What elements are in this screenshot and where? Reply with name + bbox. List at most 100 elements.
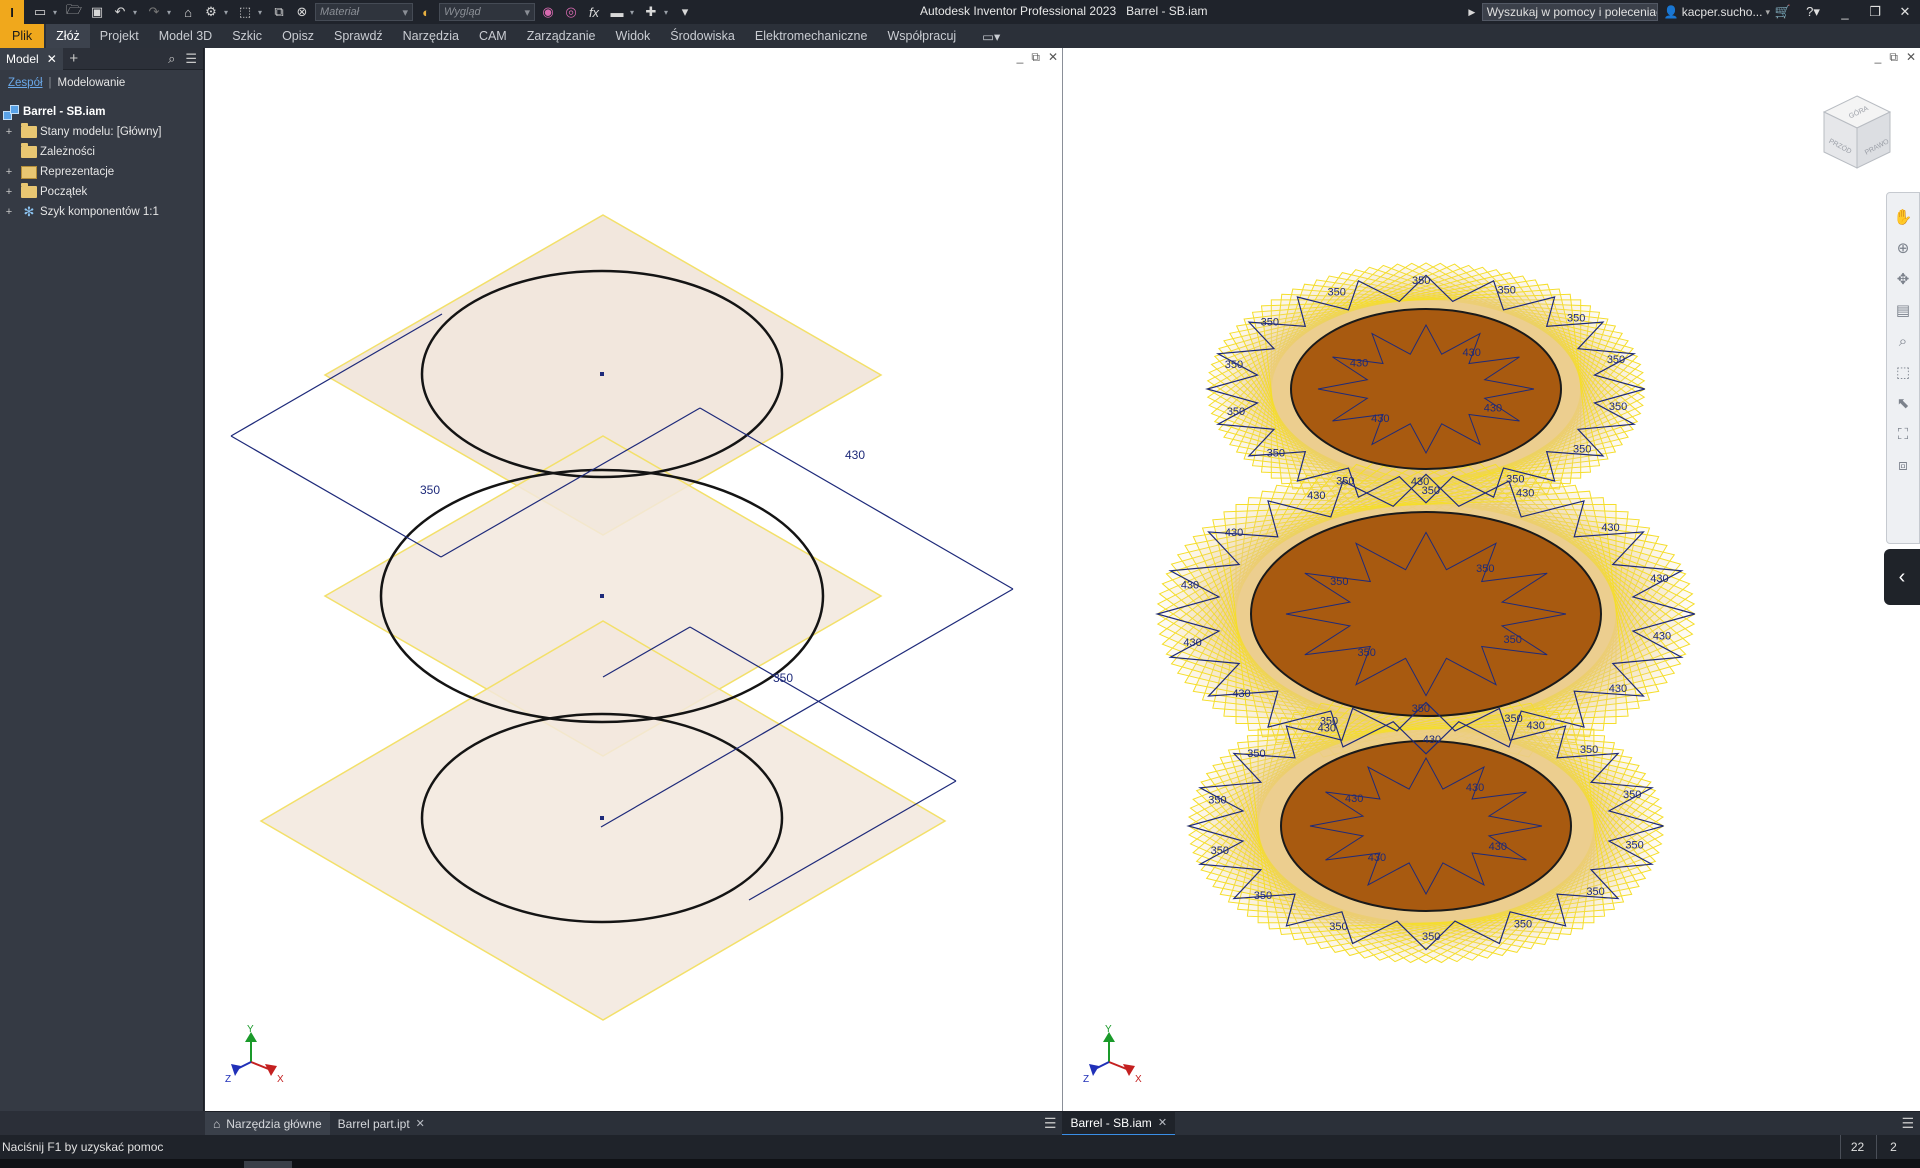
tab-inspect[interactable]: Sprawdź — [324, 24, 393, 48]
tab-assemble[interactable]: Złóż — [46, 24, 90, 48]
parameters-icon[interactable]: fx — [584, 3, 604, 21]
add-browser-icon[interactable]: + — [63, 50, 85, 67]
look-at-icon[interactable]: ▤ — [1892, 300, 1914, 320]
redo-icon[interactable]: ↷ — [144, 3, 164, 21]
close-icon[interactable]: ✕ — [416, 1117, 425, 1130]
tab-annotate[interactable]: Opisz — [272, 24, 324, 48]
subtab-assembly[interactable]: Zespół — [8, 77, 43, 89]
chevron-down-icon[interactable]: ▾ — [630, 8, 638, 17]
close-view-icon[interactable]: ✕ — [1906, 50, 1916, 65]
tab-design[interactable]: Projekt — [90, 24, 149, 48]
expand-icon[interactable]: + — [3, 126, 15, 138]
zoom-icon[interactable]: ⊕ — [1892, 238, 1914, 258]
tab-file[interactable]: Plik — [0, 24, 45, 48]
orbit-icon[interactable]: ✥ — [1892, 269, 1914, 289]
tree-item-origin[interactable]: + Początek — [0, 182, 203, 202]
work-plane-bottom[interactable] — [259, 620, 947, 1021]
tab-3d-model[interactable]: Model 3D — [149, 24, 223, 48]
select-icon[interactable]: ⬚ — [235, 3, 255, 21]
maximize-view-icon[interactable]: ⧉ — [1889, 50, 1898, 65]
close-icon[interactable]: ✕ — [1158, 1116, 1167, 1129]
app-logo[interactable]: I — [0, 0, 24, 24]
tab-assembly-label: Barrel - SB.iam — [1070, 1115, 1152, 1130]
barrel-body[interactable] — [1250, 308, 1602, 912]
tree-item-model-states[interactable]: + Stany modelu: [Główny] — [0, 122, 203, 142]
chevron-down-icon[interactable]: ▾ — [664, 8, 672, 17]
chevron-left-icon[interactable]: ‹ — [1884, 549, 1920, 605]
viewport-left[interactable]: _ ⧉ ✕ 350 430 350 Y X Z — [205, 48, 1062, 1111]
expand-icon[interactable]: + — [3, 166, 15, 178]
expand-icon[interactable]: + — [3, 206, 15, 218]
tab-electromechanical[interactable]: Elektromechaniczne — [745, 24, 878, 48]
minimize-view-icon[interactable]: _ — [1875, 50, 1882, 65]
pan-icon[interactable]: ✋ — [1892, 207, 1914, 227]
chevron-down-icon[interactable]: ▾ — [53, 8, 61, 17]
caret-right-icon[interactable]: ▶ — [1462, 3, 1482, 21]
sketch-canvas[interactable]: 350 430 350 — [205, 48, 1062, 1111]
tab-collaborate[interactable]: Współpracuj — [877, 24, 966, 48]
clear-appearance-icon[interactable]: ◎ — [561, 3, 581, 21]
restore-button[interactable]: ❐ — [1860, 0, 1890, 24]
tree-root[interactable]: Barrel - SB.iam — [0, 102, 203, 122]
material-select[interactable]: Materiał ▾ — [315, 3, 413, 21]
customize-icon[interactable]: ▾ — [675, 3, 695, 21]
ribbon-options-icon[interactable]: ▭▾ — [966, 24, 1016, 48]
dimension-label[interactable]: 430 — [845, 448, 865, 462]
tab-view[interactable]: Widok — [606, 24, 661, 48]
zoom-selected-icon[interactable]: ⬉ — [1892, 393, 1914, 413]
chevron-down-icon[interactable]: ▾ — [224, 8, 232, 17]
tab-assembly-document[interactable]: Barrel - SB.iam ✕ — [1062, 1111, 1176, 1136]
tree-item-relationships[interactable]: Zależności — [0, 142, 203, 162]
viewport-right[interactable]: _ ⧉ ✕ 350 350 350 350 350 350 350 350 350 350 350 3… — [1063, 48, 1920, 1111]
dimension-label[interactable]: 350 — [420, 483, 440, 497]
assembly-canvas[interactable]: 350 350 350 350 350 350 350 350 350 350 350 350 350 3… — [1063, 48, 1920, 1111]
tab-cam[interactable]: CAM — [469, 24, 517, 48]
adjust-appearance-icon[interactable]: ◉ — [538, 3, 558, 21]
new-file-icon[interactable]: ▭ — [30, 3, 50, 21]
minimize-view-icon[interactable]: _ — [1017, 50, 1024, 65]
help-search-input[interactable]: Wyszukaj w pomocy i poleceniach — [1481, 3, 1658, 21]
close-view-icon[interactable]: ✕ — [1048, 50, 1058, 65]
tab-environments[interactable]: Środowiska — [660, 24, 745, 48]
save-icon[interactable]: ▣ — [87, 3, 107, 21]
close-button[interactable]: ✕ — [1890, 0, 1920, 24]
ruler-icon[interactable]: ▬ — [607, 3, 627, 21]
chevron-down-icon[interactable]: ▾ — [133, 8, 141, 17]
hamburger-menu-icon[interactable]: ☰ — [1895, 1115, 1920, 1132]
open-folder-icon[interactable]: 🗁 — [64, 2, 84, 21]
chevron-down-icon[interactable]: ▾ — [258, 8, 266, 17]
tab-home[interactable]: ⌂ Narzędzia główne — [205, 1111, 330, 1136]
subtab-modeling[interactable]: Modelowanie — [58, 77, 126, 89]
tree-item-representations[interactable]: + Reprezentacje — [0, 162, 203, 182]
ilogic-icon[interactable]: ⊗ — [292, 3, 312, 21]
expand-icon[interactable]: + — [3, 186, 15, 198]
close-icon[interactable]: ✕ — [47, 52, 57, 66]
search-icon[interactable]: ⌕ — [168, 51, 175, 67]
tree-item-component-pattern[interactable]: + ✻ Szyk komponentów 1:1 — [0, 202, 203, 222]
user-menu[interactable]: 👤 kacper.sucho... ▾ — [1664, 5, 1770, 19]
browser-tab-model[interactable]: Model ✕ — [0, 47, 63, 70]
zoom-all-icon[interactable]: ⌕ — [1892, 331, 1914, 351]
update-icon[interactable]: ⚙ — [201, 3, 221, 21]
minimize-button[interactable]: _ — [1830, 0, 1860, 24]
maximize-view-icon[interactable]: ⧉ — [1031, 50, 1040, 65]
appearance-select[interactable]: Wygląd ▾ — [439, 3, 535, 21]
view-face-icon[interactable]: ⧈ — [1892, 455, 1914, 475]
home-icon[interactable]: ⌂ — [178, 3, 198, 21]
zoom-window-icon[interactable]: ⬚ — [1892, 362, 1914, 382]
help-icon[interactable]: ?▾ — [1796, 0, 1830, 24]
measure-icon[interactable]: ⧉ — [269, 3, 289, 21]
fit-icon[interactable]: ⛶ — [1892, 424, 1914, 444]
undo-icon[interactable]: ↶ — [110, 3, 130, 21]
hamburger-menu-icon[interactable]: ☰ — [1038, 1115, 1063, 1132]
dimension-label[interactable]: 350 — [773, 671, 793, 685]
add-icon[interactable]: ✚ — [641, 3, 661, 21]
hamburger-menu-icon[interactable]: ☰ — [185, 51, 197, 67]
tab-manage[interactable]: Zarządzanie — [517, 24, 606, 48]
cart-icon[interactable]: 🛒 — [1770, 0, 1796, 24]
view-cube[interactable]: GÓRA PRZÓD PRAWO — [1820, 92, 1894, 176]
tab-part-document[interactable]: Barrel part.ipt ✕ — [330, 1112, 433, 1136]
tab-tools[interactable]: Narzędzia — [393, 24, 469, 48]
chevron-down-icon[interactable]: ▾ — [167, 8, 175, 17]
tab-sketch[interactable]: Szkic — [222, 24, 272, 48]
